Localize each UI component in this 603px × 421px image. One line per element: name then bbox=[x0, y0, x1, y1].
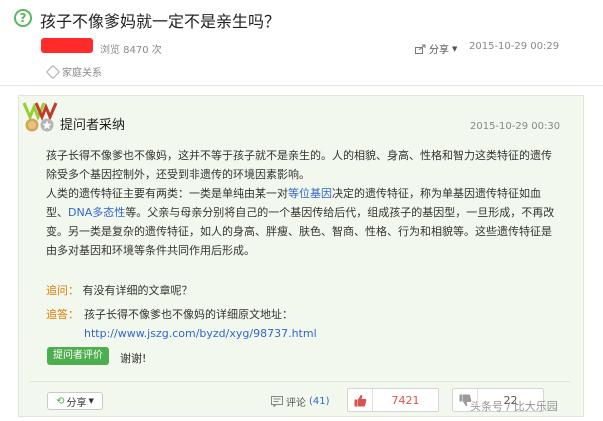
answer-paragraph-1: 孩子长得不像爹也不像妈，这并不等于孩子就不是亲生的。人的相貌、身高、性格和智力这… bbox=[46, 149, 552, 181]
follow-up-question: 追问： 有没有详细的文章呢？ bbox=[46, 282, 193, 298]
answer-body: 孩子长得不像爹也不像妈，这并不等于孩子就不是亲生的。人的相貌、身高、性格和智力这… bbox=[46, 146, 561, 260]
share-label-top: 分享 bbox=[429, 45, 449, 56]
like-count: 7421 bbox=[391, 393, 420, 407]
comment-button[interactable]: 评论 (41) bbox=[271, 394, 330, 409]
question-circle-icon: ? bbox=[14, 9, 32, 27]
redacted-username bbox=[41, 38, 93, 53]
share-dropdown-top[interactable]: 分享 ▼ bbox=[415, 41, 457, 56]
answer-paragraph-2: 人类的遗传特征主要有两类：一类是单纯由某一对等位基因决定的遗传特征，称为单基因遗… bbox=[46, 184, 561, 260]
chevron-down-icon: ▼ bbox=[452, 44, 458, 53]
evaluation-text: 谢谢! bbox=[120, 352, 147, 365]
question-date: 2015-10-29 00:29 bbox=[469, 41, 560, 52]
adopted-badge-icon bbox=[22, 102, 58, 132]
link-allele[interactable]: 等位基因 bbox=[288, 187, 332, 200]
answer-text-segment: 人类的遗传特征主要有两类：一类是单纯由某一对 bbox=[46, 187, 288, 200]
header-divider bbox=[0, 85, 603, 86]
follow-up-answer-body: 孩子长得不像爹也不像妈的详细原文地址： http://www.jszg.com/… bbox=[84, 305, 464, 343]
follow-up-question-text: 有没有详细的文章呢？ bbox=[82, 284, 193, 297]
view-count: 浏览 8470 次 bbox=[100, 45, 162, 56]
follow-up-question-label: 追问： bbox=[46, 284, 79, 297]
comment-count: (41) bbox=[309, 396, 330, 407]
share-button[interactable]: ⟲ 分享 ▼ bbox=[47, 392, 103, 410]
link-dna-polymorphism[interactable]: DNA多态性 bbox=[68, 206, 125, 219]
answer-date: 2015-10-29 00:30 bbox=[470, 121, 561, 132]
follow-up-answer-text: 孩子长得不像爹也不像妈的详细原文地址： bbox=[84, 308, 293, 321]
source-url-link[interactable]: http://www.jszg.com/byzd/xyg/98737.html bbox=[84, 327, 317, 340]
share-button-label: 分享 bbox=[66, 397, 87, 409]
tag-icon bbox=[45, 64, 61, 79]
question-title: 孩子不像爹妈就一定不是亲生吗？ bbox=[40, 12, 281, 31]
follow-up-answer: 追答： 孩子长得不像爹也不像妈的详细原文地址： http://www.jszg.… bbox=[46, 305, 317, 340]
category-tag-label: 家庭关系 bbox=[62, 68, 102, 79]
chevron-down-icon: ▼ bbox=[88, 397, 94, 405]
actions-divider bbox=[30, 381, 570, 382]
adopted-answer-title: 提问者采纳 bbox=[60, 118, 126, 133]
watermark: 头条号 / 比大乐园 bbox=[470, 400, 558, 413]
share-icon bbox=[415, 44, 426, 54]
like-button[interactable]: 7421 bbox=[347, 388, 439, 412]
category-tag[interactable]: 家庭关系 bbox=[45, 64, 102, 79]
asker-evaluation-button[interactable]: 提问者评价 bbox=[47, 347, 109, 365]
comment-label: 评论 bbox=[286, 398, 306, 409]
thumbs-up-icon bbox=[348, 389, 373, 411]
share-icon: ⟲ bbox=[56, 395, 65, 407]
comment-icon bbox=[271, 396, 283, 407]
follow-up-answer-label: 追答： bbox=[46, 308, 79, 321]
